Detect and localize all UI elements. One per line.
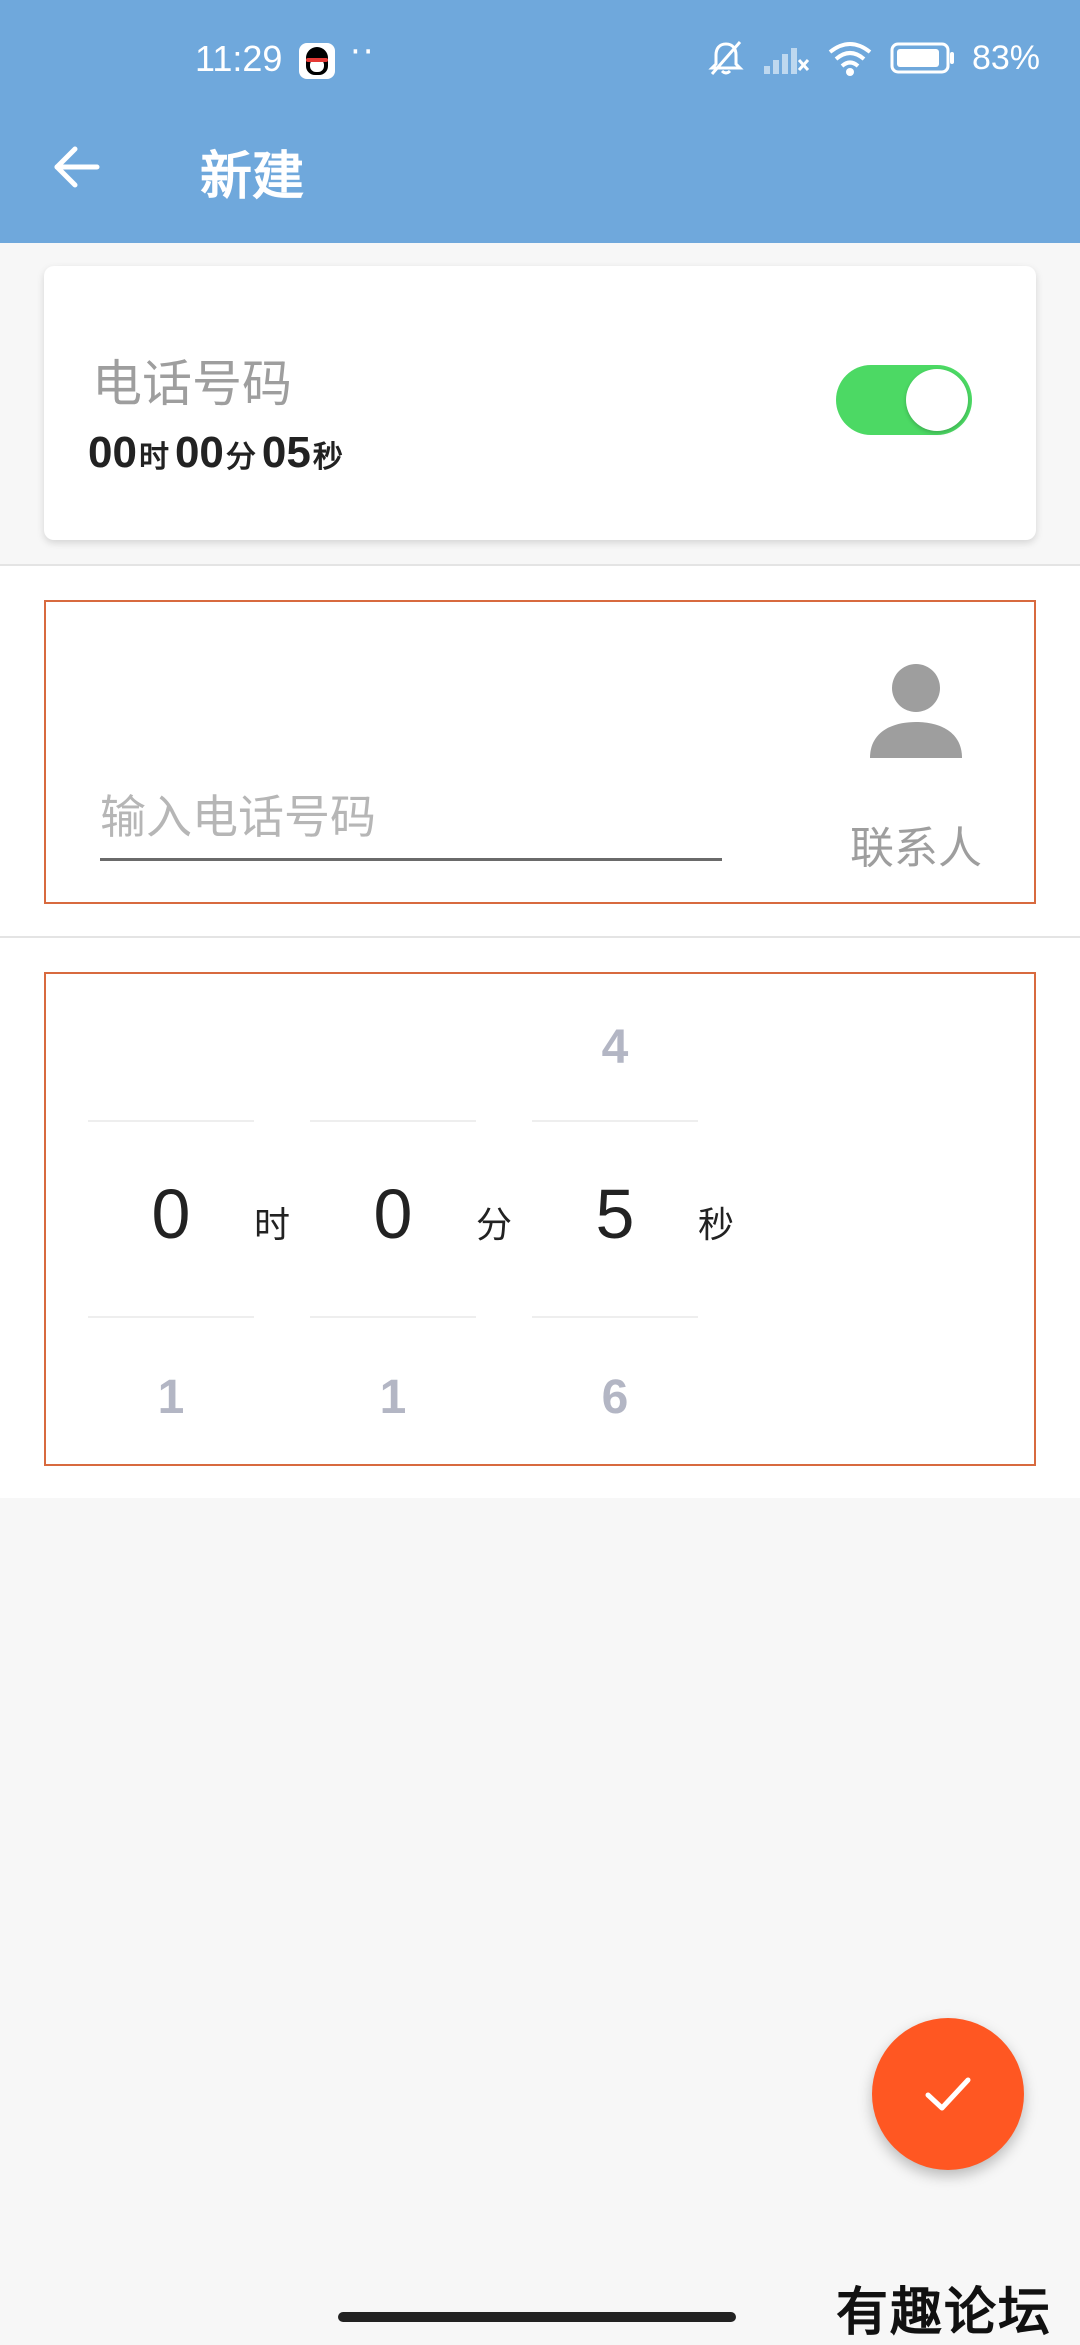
bell-muted-icon xyxy=(708,41,744,75)
battery-icon xyxy=(890,42,954,74)
duration-picker: 0 1 时 0 1 分 4 5 6 秒 xyxy=(44,972,1036,1466)
hours-unit-label: 时 xyxy=(254,1205,291,1246)
wheel-prev-value: 4 xyxy=(601,1021,629,1074)
watermark: 有趣论坛 xyxy=(836,2282,1053,2343)
person-icon xyxy=(870,664,962,758)
battery-percent: 83% xyxy=(971,38,1040,77)
seconds-unit-label: 秒 xyxy=(698,1205,735,1246)
status-time: 11:29 xyxy=(195,38,283,79)
wheel-selected-value: 5 xyxy=(595,1175,635,1253)
card-title: 电话号码 xyxy=(92,355,292,413)
duration-hour-unit: 时 xyxy=(138,440,169,475)
contacts-button[interactable]: 联系人 xyxy=(826,652,1006,892)
app-bar: 11:29 ·· 83% 新建 xyxy=(0,0,1080,243)
enable-toggle[interactable] xyxy=(836,365,972,435)
duration-minute-unit: 分 xyxy=(225,440,256,475)
wheel-selected-value: 0 xyxy=(373,1175,413,1253)
phone-input-box: 联系人 xyxy=(44,600,1036,904)
more-notifications-indicator: ·· xyxy=(350,32,376,72)
hours-wheel[interactable]: 0 1 xyxy=(88,974,254,1464)
duration-hours: 00 xyxy=(88,428,137,477)
summary-card[interactable]: 电话号码 00时 00分 05秒 xyxy=(44,266,1036,540)
minutes-wheel[interactable]: 0 1 xyxy=(310,974,476,1464)
arrow-left-icon xyxy=(54,146,100,188)
card-duration: 00时 00分 05秒 xyxy=(88,428,349,478)
confirm-fab[interactable] xyxy=(872,2018,1024,2170)
qq-notification-icon xyxy=(299,43,335,79)
contacts-label: 联系人 xyxy=(850,823,982,874)
duration-minutes: 00 xyxy=(174,428,224,477)
duration-seconds: 05 xyxy=(261,428,311,477)
signal-icon xyxy=(763,48,810,74)
page-title: 新建 xyxy=(200,147,305,207)
back-button[interactable] xyxy=(40,130,114,204)
wifi-icon xyxy=(828,42,872,76)
phone-number-input[interactable] xyxy=(100,782,722,861)
wheel-next-value: 1 xyxy=(379,1371,407,1424)
check-icon xyxy=(925,2077,971,2111)
wheel-next-value: 6 xyxy=(601,1371,629,1424)
minutes-unit-label: 分 xyxy=(476,1205,513,1246)
seconds-wheel[interactable]: 4 5 6 xyxy=(532,974,698,1464)
toggle-knob xyxy=(906,369,968,431)
duration-second-unit: 秒 xyxy=(312,440,343,475)
home-indicator[interactable] xyxy=(338,2312,736,2322)
status-icons: 83% xyxy=(706,34,1040,82)
wheel-next-value: 1 xyxy=(157,1371,185,1424)
wheel-selected-value: 0 xyxy=(151,1175,191,1253)
